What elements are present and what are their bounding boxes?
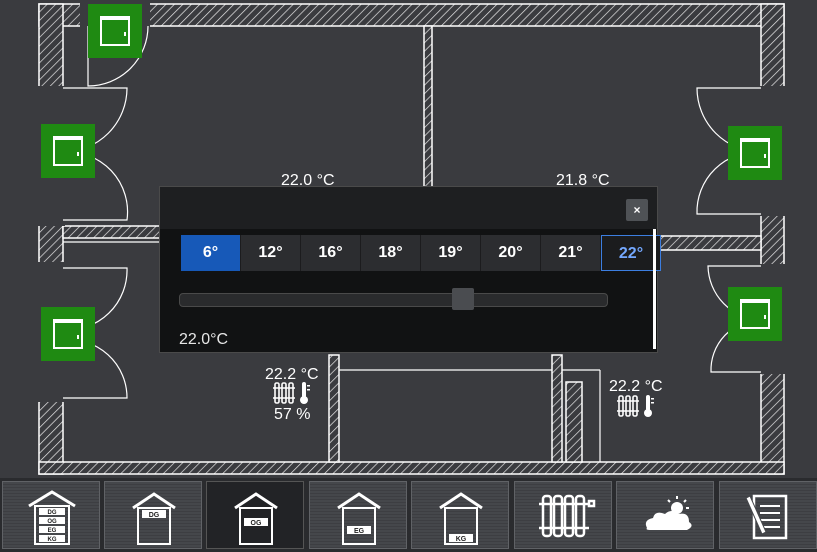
floor-label: OG bbox=[251, 520, 262, 527]
nav-button-all-floors[interactable]: DG OG EG KG bbox=[2, 481, 100, 549]
temperature-slider-track[interactable] bbox=[179, 293, 608, 307]
temperature-setpoint-dialog: × 6° 12° 16° 18° 19° 20° 21° 22° 22.0°C bbox=[159, 186, 661, 353]
close-button[interactable]: × bbox=[626, 199, 648, 221]
floor-label: DG bbox=[149, 512, 160, 519]
house-dg-icon: DG bbox=[132, 492, 176, 545]
preset-button[interactable]: 6° bbox=[181, 235, 241, 271]
floor-label: EG bbox=[354, 528, 365, 535]
radiator-icon[interactable] bbox=[273, 381, 295, 405]
preset-button[interactable]: 21° bbox=[541, 235, 601, 271]
nav-button-dg[interactable]: DG bbox=[104, 481, 202, 549]
thermometer-icon bbox=[300, 382, 310, 404]
preset-button[interactable]: 16° bbox=[301, 235, 361, 271]
floor-label: KG bbox=[48, 537, 57, 543]
window-icon bbox=[740, 299, 770, 329]
window-status-tile[interactable] bbox=[728, 126, 782, 180]
house-og-icon: OG bbox=[234, 492, 278, 545]
window-status-tile[interactable] bbox=[41, 307, 95, 361]
window-icon bbox=[53, 319, 83, 349]
room-humidity: 57 % bbox=[274, 406, 311, 423]
preset-button[interactable]: 12° bbox=[241, 235, 301, 271]
house-all-floors-icon: DG OG EG KG bbox=[28, 490, 76, 545]
house-kg-icon: KG bbox=[439, 492, 483, 545]
nav-button-og[interactable]: OG bbox=[206, 481, 304, 549]
notes-icon bbox=[745, 494, 788, 540]
window-status-tile[interactable] bbox=[41, 124, 95, 178]
weather-icon bbox=[645, 496, 692, 530]
radiator-icon bbox=[539, 494, 596, 538]
nav-button-weather[interactable] bbox=[616, 481, 714, 549]
window-status-tile[interactable] bbox=[728, 287, 782, 341]
preset-button[interactable]: 19° bbox=[421, 235, 481, 271]
nav-button-notes[interactable] bbox=[719, 481, 817, 549]
dialog-scrollbar[interactable] bbox=[653, 229, 656, 349]
nav-button-eg[interactable]: EG bbox=[309, 481, 407, 549]
nav-button-kg[interactable]: KG bbox=[411, 481, 509, 549]
thermometer-icon bbox=[644, 395, 654, 417]
window-status-tile[interactable] bbox=[88, 4, 142, 58]
window-icon bbox=[740, 138, 770, 168]
nav-button-heating[interactable] bbox=[514, 481, 612, 549]
preset-button-group: 6° 12° 16° 18° 19° 20° 21° 22° bbox=[181, 235, 661, 271]
preset-button[interactable]: 22° bbox=[601, 235, 661, 271]
dialog-header bbox=[160, 187, 657, 229]
window-icon bbox=[53, 136, 83, 166]
bottom-navigation: DG OG EG KG DG OG EG KG bbox=[0, 478, 817, 552]
temperature-slider-thumb[interactable] bbox=[451, 288, 474, 310]
floor-label: KG bbox=[456, 536, 467, 543]
floor-label: OG bbox=[47, 519, 57, 525]
floor-label: DG bbox=[48, 510, 57, 516]
preset-button[interactable]: 18° bbox=[361, 235, 421, 271]
window-icon bbox=[100, 16, 130, 46]
floor-label: EG bbox=[48, 528, 57, 534]
radiator-icon[interactable] bbox=[617, 394, 639, 418]
house-eg-icon: EG bbox=[337, 492, 381, 545]
preset-button[interactable]: 20° bbox=[481, 235, 541, 271]
setpoint-value: 22.0°C bbox=[179, 331, 229, 348]
